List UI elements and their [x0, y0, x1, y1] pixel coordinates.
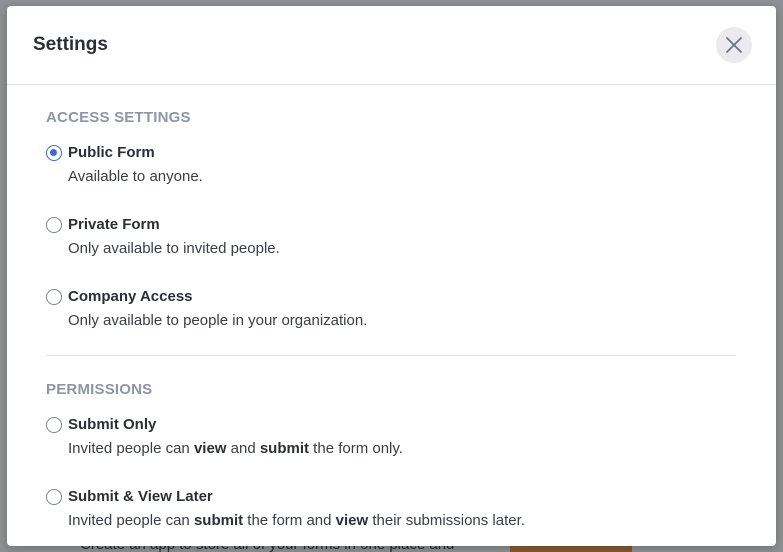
settings-dialog: Settings ACCESS SETTINGS Public Form Ava…: [7, 6, 776, 546]
section-divider: [46, 355, 736, 356]
radio-submit-only[interactable]: [46, 417, 62, 433]
option-description: Only available to people in your organiz…: [68, 312, 368, 329]
dialog-title: Settings: [33, 34, 108, 55]
option-title: Public Form: [68, 144, 155, 161]
radio-submit-view-later[interactable]: [46, 489, 62, 505]
option-title: Submit Only: [68, 416, 157, 433]
radio-public-form[interactable]: [46, 145, 62, 161]
dialog-header: Settings: [7, 6, 776, 85]
option-description: Invited people can submit the form and v…: [68, 512, 525, 529]
radio-private-form[interactable]: [46, 217, 62, 233]
option-description: Invited people can view and submit the f…: [68, 440, 403, 457]
close-button[interactable]: [716, 27, 752, 63]
section-label-permissions: PERMISSIONS: [46, 381, 153, 398]
radio-company-access[interactable]: [46, 289, 62, 305]
section-label-access: ACCESS SETTINGS: [46, 109, 191, 126]
close-icon: [725, 36, 743, 54]
option-title: Company Access: [68, 288, 193, 305]
option-description: Only available to invited people.: [68, 240, 280, 257]
option-title: Submit & View Later: [68, 488, 213, 505]
option-title: Private Form: [68, 216, 160, 233]
option-description: Available to anyone.: [68, 168, 203, 185]
